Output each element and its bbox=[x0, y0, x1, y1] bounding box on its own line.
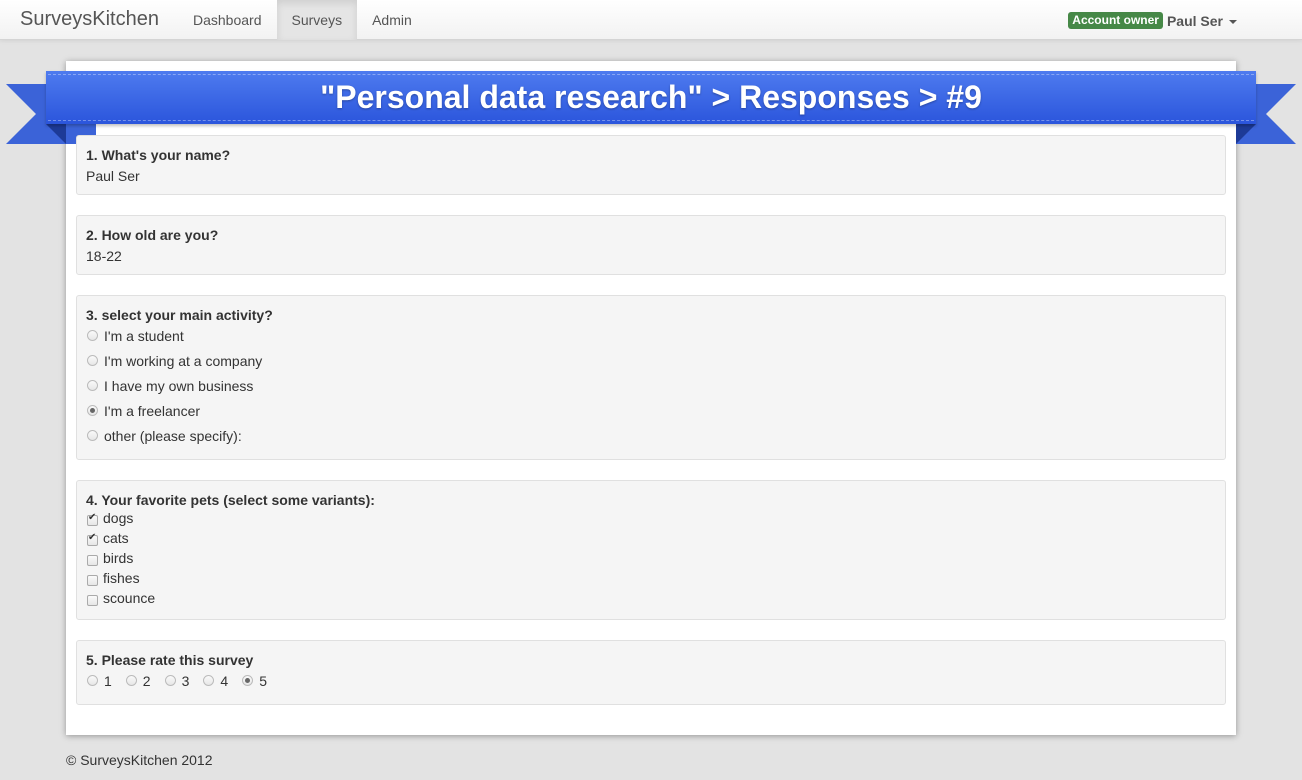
checkbox-birds[interactable]: birds bbox=[86, 548, 1216, 568]
answer-text: Paul Ser bbox=[86, 168, 140, 184]
rating-label: 5 bbox=[259, 672, 267, 689]
checkbox-checked[interactable] bbox=[87, 532, 98, 546]
option-freelancer[interactable]: I'm a freelancer bbox=[86, 398, 1216, 423]
checkbox-cats[interactable]: cats bbox=[86, 528, 1216, 548]
radio-button[interactable] bbox=[87, 355, 98, 366]
option-student[interactable]: I'm a student bbox=[86, 323, 1216, 348]
checkbox-label: fishes bbox=[103, 570, 140, 586]
top-navbar: SurveysKitchen Dashboard Surveys Admin A… bbox=[0, 0, 1302, 40]
option-other[interactable]: other (please specify): bbox=[86, 423, 1216, 448]
question-card-2: 2. How old are you? 18-22 bbox=[76, 215, 1226, 275]
rating-label: 3 bbox=[181, 672, 190, 689]
checkbox[interactable] bbox=[87, 574, 98, 586]
radio-button[interactable] bbox=[203, 675, 215, 686]
rating-label: 1 bbox=[104, 672, 112, 689]
radio-button-selected[interactable] bbox=[87, 405, 98, 416]
rating-option-5[interactable]: 5 bbox=[241, 673, 267, 689]
radio-button[interactable] bbox=[87, 380, 98, 391]
radio-button[interactable] bbox=[87, 675, 98, 686]
nav-dashboard[interactable]: Dashboard bbox=[178, 0, 277, 40]
radio-button[interactable] bbox=[87, 330, 98, 341]
title-ribbon: "Personal data research" > Responses > #… bbox=[46, 71, 1256, 124]
question-card-4: 4. Your favorite pets (select some varia… bbox=[76, 480, 1226, 620]
radio-button-selected[interactable] bbox=[242, 675, 254, 686]
rating-option-3[interactable]: 3 bbox=[164, 672, 190, 689]
nav-admin[interactable]: Admin bbox=[357, 0, 427, 40]
question-title: 1. What's your name? bbox=[86, 147, 231, 163]
option-own-business[interactable]: I have my own business bbox=[86, 373, 1216, 398]
option-label: I have my own business bbox=[104, 377, 254, 394]
main-nav: Dashboard Surveys Admin bbox=[178, 0, 427, 40]
checkbox-fishes[interactable]: fishes bbox=[86, 568, 1216, 588]
footer-copyright: © SurveysKitchen 2012 bbox=[66, 752, 213, 768]
rating-group: 1 2 3 4 5 bbox=[86, 668, 1216, 693]
option-company[interactable]: I'm working at a company bbox=[86, 348, 1216, 373]
answer-text: 18-22 bbox=[86, 248, 122, 264]
checkbox-checked[interactable] bbox=[87, 512, 98, 526]
checkbox-dogs[interactable]: dogs bbox=[86, 508, 1216, 528]
question-card-5: 5. Please rate this survey 1 2 3 4 5 bbox=[76, 640, 1226, 705]
rating-option-2[interactable]: 2 bbox=[125, 673, 151, 689]
rating-option-1[interactable]: 1 bbox=[86, 673, 112, 689]
checkbox-label: scounce bbox=[103, 590, 156, 606]
question-card-3: 3. select your main activity? I'm a stud… bbox=[76, 295, 1226, 460]
brand-logo[interactable]: SurveysKitchen bbox=[20, 8, 159, 31]
checkbox[interactable] bbox=[87, 554, 98, 566]
checkbox[interactable] bbox=[87, 594, 98, 606]
ribbon-fold-left bbox=[46, 124, 66, 144]
user-name[interactable]: Paul Ser bbox=[1167, 13, 1223, 29]
chevron-down-icon[interactable] bbox=[1229, 19, 1237, 24]
rating-label: 4 bbox=[220, 672, 229, 689]
radio-button[interactable] bbox=[87, 430, 98, 441]
account-owner-badge: Account owner bbox=[1068, 12, 1163, 29]
ribbon-fold-right bbox=[1236, 124, 1256, 144]
user-menu[interactable]: Account owner Paul Ser bbox=[1068, 12, 1237, 29]
nav-surveys[interactable]: Surveys bbox=[276, 0, 358, 40]
question-title: 3. select your main activity? bbox=[86, 307, 273, 323]
radio-button[interactable] bbox=[164, 675, 176, 686]
option-label: I'm a freelancer bbox=[104, 402, 201, 419]
checkbox-scounce[interactable]: scounce bbox=[86, 588, 1216, 608]
rating-option-4[interactable]: 4 bbox=[202, 673, 228, 689]
question-title: 5. Please rate this survey bbox=[86, 652, 254, 668]
question-title: 4. Your favorite pets (select some varia… bbox=[86, 492, 375, 508]
page-title: "Personal data research" > Responses > #… bbox=[320, 79, 982, 115]
checkbox-label: birds bbox=[103, 550, 134, 566]
checkbox-label: cats bbox=[103, 530, 129, 546]
question-title: 2. How old are you? bbox=[86, 227, 219, 243]
option-label: other (please specify): bbox=[104, 427, 242, 444]
radio-button[interactable] bbox=[125, 675, 137, 686]
rating-label: 2 bbox=[142, 672, 151, 689]
option-label: I'm a student bbox=[104, 327, 184, 344]
option-label: I'm working at a company bbox=[104, 352, 263, 369]
question-card-1: 1. What's your name? Paul Ser bbox=[76, 135, 1226, 195]
checkbox-label: dogs bbox=[103, 510, 134, 526]
